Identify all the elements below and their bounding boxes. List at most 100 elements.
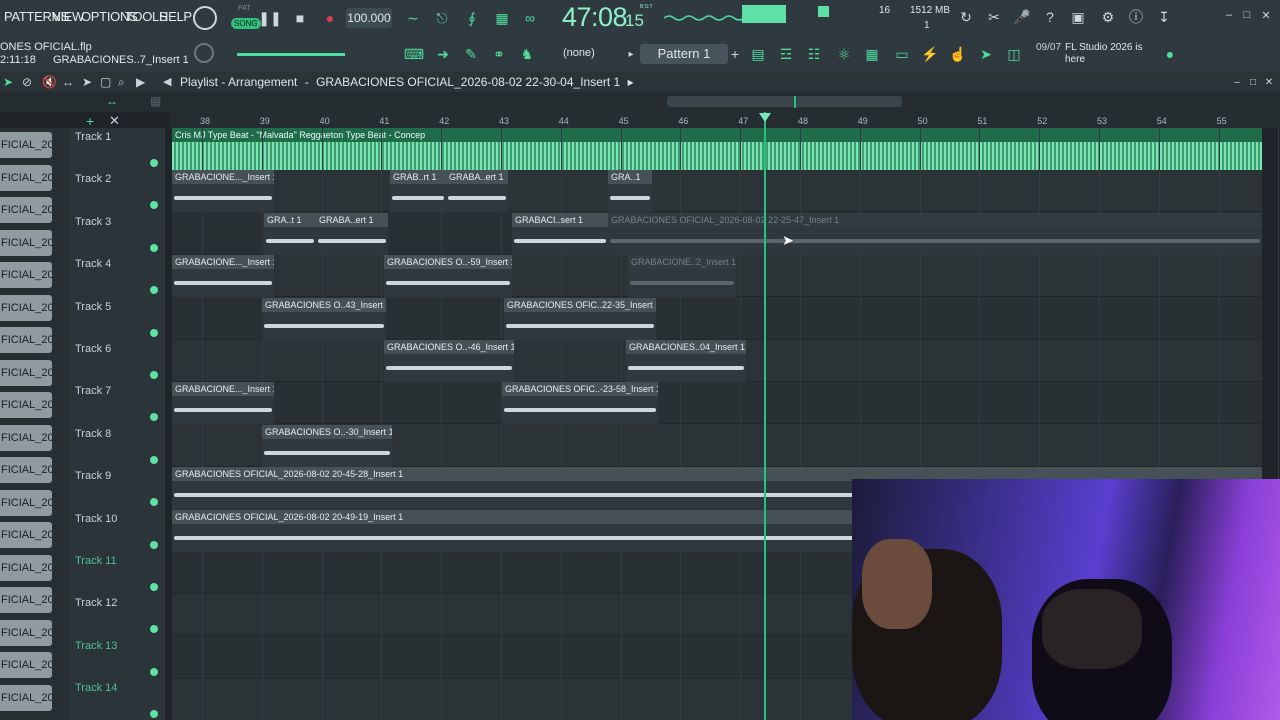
- audio-clip[interactable]: GRABACIONES..04_Insert 1: [626, 340, 746, 382]
- select-tool-icon[interactable]: ➤: [82, 75, 92, 89]
- track-name[interactable]: Track 3: [75, 216, 111, 228]
- track-enable-led[interactable]: [150, 371, 158, 379]
- menu-arrow-icon[interactable]: ◀: [163, 75, 171, 88]
- audio-clip[interactable]: GRABA..ert 1: [316, 212, 388, 255]
- audio-clip[interactable]: GRABACIONES O..-46_Insert 1: [384, 340, 514, 382]
- audio-clip[interactable]: GRA..1: [608, 170, 652, 213]
- arrangement-arrow-icon[interactable]: ▸: [628, 75, 634, 89]
- plugin-icon[interactable]: ⚙: [1098, 7, 1118, 27]
- track-name[interactable]: Track 10: [75, 513, 117, 525]
- arrangement-name[interactable]: GRABACIONES OFICIAL_2026-08-02 22-30-04_…: [316, 75, 620, 89]
- countdown-icon[interactable]: ∮: [460, 8, 484, 28]
- track-enable-led[interactable]: [150, 667, 158, 676]
- track-name[interactable]: Track 5: [75, 301, 111, 313]
- cut-tool-icon[interactable]: ✂: [984, 7, 1004, 27]
- pattern-picker-item[interactable]: FICIAL_20..: [0, 359, 52, 386]
- zoom-icon[interactable]: ⌕: [118, 75, 125, 90]
- track-enable-led[interactable]: [150, 583, 158, 591]
- record-icon[interactable]: ●: [320, 8, 340, 28]
- loop-record-icon[interactable]: ∞: [518, 8, 542, 28]
- pattern-picker-item[interactable]: FICIAL_20..: [0, 229, 52, 256]
- add-pattern-icon[interactable]: +: [728, 45, 742, 63]
- play-icon[interactable]: ❚❚: [258, 8, 281, 28]
- microphone-icon[interactable]: 🎤: [1012, 7, 1032, 27]
- track-enable-led[interactable]: [150, 243, 158, 252]
- track-enable-led[interactable]: [150, 201, 158, 210]
- globe-icon[interactable]: ●: [1160, 44, 1180, 64]
- playhead[interactable]: [764, 112, 766, 720]
- horizontal-scroll-thumb[interactable]: [667, 96, 902, 107]
- master-pitch-knob[interactable]: [194, 43, 214, 63]
- pattern-picker-item[interactable]: FICIAL_20..: [0, 132, 52, 158]
- plug-icon[interactable]: ⚡: [920, 44, 940, 64]
- pattern-picker-item[interactable]: FICIAL_20..: [0, 522, 52, 548]
- pattern-picker-item[interactable]: FICIAL_20..: [0, 197, 52, 223]
- track-enable-led[interactable]: [150, 625, 158, 634]
- track-enable-led[interactable]: [150, 328, 158, 337]
- typing-keyboard-icon[interactable]: ⌨: [402, 44, 426, 64]
- track-name[interactable]: Track 6: [75, 343, 111, 355]
- track-enable-led[interactable]: [150, 159, 158, 167]
- track-name[interactable]: Track 1: [75, 131, 111, 143]
- playlist-close-icon[interactable]: ✕: [1262, 76, 1276, 88]
- zoom-fit-icon[interactable]: ▢: [100, 75, 111, 89]
- pattern-picker-item[interactable]: FICIAL_20..: [0, 392, 52, 418]
- undo-icon[interactable]: ↻: [956, 7, 976, 27]
- brush-icon[interactable]: ➤: [976, 44, 996, 64]
- wait-for-input-icon[interactable]: ⎋: [430, 8, 454, 28]
- stamp-icon[interactable]: ♞: [516, 44, 538, 64]
- news-headline[interactable]: FL Studio 2026 is here: [1065, 42, 1165, 66]
- step-edit-icon[interactable]: ▦: [490, 8, 514, 28]
- grid-icon[interactable]: ▦: [150, 94, 161, 108]
- menu-help[interactable]: HELP: [159, 9, 192, 24]
- audio-clip[interactable]: GRABACIONE..._Insert 1: [172, 170, 274, 213]
- pattern-picker-item[interactable]: FICIAL_20..: [0, 294, 52, 321]
- audio-clip[interactable]: GRABACIONES OFIC..22-35_Insert 1: [504, 297, 656, 340]
- help-icon[interactable]: ?: [1040, 7, 1060, 27]
- pattern-picker-item[interactable]: FICIAL_20..: [0, 164, 52, 191]
- mixer-icon[interactable]: ⚛: [834, 44, 854, 64]
- mute-tool-icon[interactable]: 🔇: [42, 75, 57, 89]
- timeline-ruler[interactable]: [170, 112, 1280, 128]
- maximize-icon[interactable]: □: [1240, 8, 1254, 22]
- close-track-icon[interactable]: ✕: [109, 113, 120, 129]
- snap-selector[interactable]: (none): [563, 47, 595, 59]
- store-icon[interactable]: ◫: [1004, 44, 1024, 64]
- pattern-picker-item[interactable]: FICIAL_20..: [0, 424, 52, 451]
- pattern-picker-item[interactable]: FICIAL_20..: [0, 684, 52, 711]
- pattern-picker-item[interactable]: FICIAL_20..: [0, 619, 52, 646]
- close-icon[interactable]: ✕: [1259, 8, 1273, 22]
- audio-clip[interactable]: GRABACI..sert 1: [512, 212, 608, 255]
- audio-clip[interactable]: GRABACIONE..._Insert 1: [172, 382, 274, 425]
- audio-clip[interactable]: GRABACIONE..._Insert 1: [172, 255, 274, 298]
- touch-icon[interactable]: ☝: [948, 44, 968, 64]
- channel-rack-icon[interactable]: ☷: [804, 44, 824, 64]
- pattern-picker-item[interactable]: FICIAL_20..: [0, 327, 52, 353]
- menu-view[interactable]: VIEW: [52, 9, 84, 24]
- track-name[interactable]: Track 11: [75, 555, 117, 567]
- arrow-right-icon[interactable]: ➜: [432, 44, 454, 64]
- track-enable-led[interactable]: [150, 498, 158, 507]
- track-enable-led[interactable]: [150, 413, 158, 422]
- save-icon[interactable]: ▣: [1068, 7, 1088, 27]
- stop-icon[interactable]: ■: [290, 8, 310, 28]
- info-icon[interactable]: ⓘ: [1126, 7, 1146, 27]
- pattern-prev-icon[interactable]: ▸: [624, 45, 638, 63]
- metronome-icon[interactable]: ∼: [402, 8, 424, 28]
- audio-clip[interactable]: GRABACIONE..2_Insert 1: [628, 255, 736, 298]
- playhead-marker[interactable]: [759, 113, 771, 122]
- playback-tool-icon[interactable]: ▶: [136, 75, 145, 89]
- track-name[interactable]: Track 9: [75, 470, 111, 482]
- no-icon[interactable]: ⊘: [22, 75, 32, 89]
- track-name[interactable]: Track 14: [75, 682, 117, 694]
- track-enable-led[interactable]: [150, 455, 158, 464]
- track-enable-led[interactable]: [150, 540, 158, 549]
- audio-clip[interactable]: GRABACIONES O..43_Insert 1: [262, 297, 386, 340]
- track-name[interactable]: Track 13: [75, 640, 117, 652]
- pat-song-switch[interactable]: PAT SONG: [231, 5, 261, 31]
- pattern-picker-item[interactable]: FICIAL_20..: [0, 652, 52, 678]
- browser-icon[interactable]: ▦: [862, 44, 882, 64]
- audio-clip[interactable]: GRABACIONES O..-59_Insert 1: [384, 255, 512, 298]
- audio-clip[interactable]: GRABACIONES O..-30_Insert 1: [262, 424, 392, 467]
- track-name[interactable]: Track 12: [75, 597, 117, 609]
